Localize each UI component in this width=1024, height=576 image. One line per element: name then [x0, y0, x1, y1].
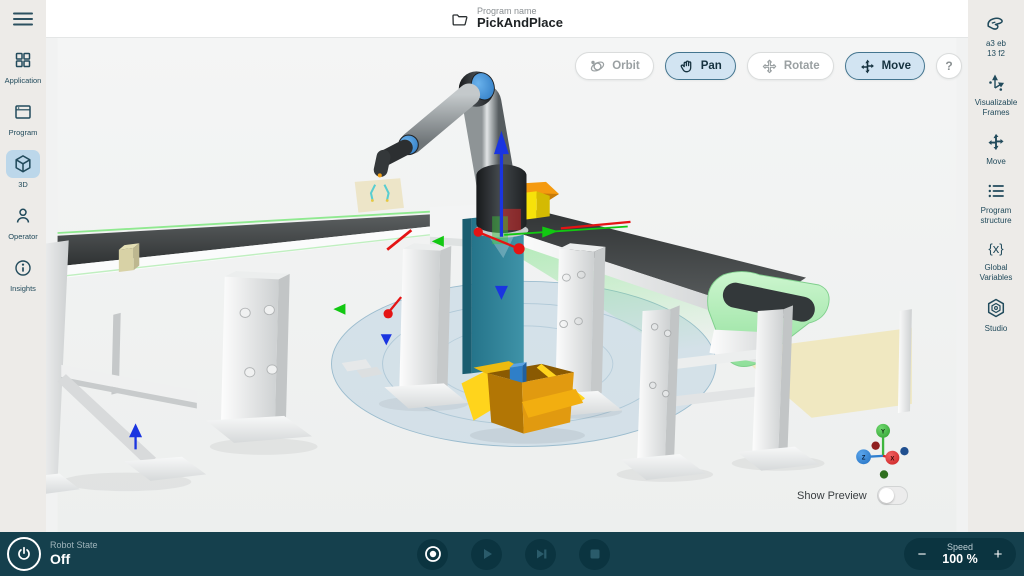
sidebar-item-label: Application	[5, 76, 42, 85]
axis-z-label: Z	[862, 456, 866, 462]
stand-right-edge	[898, 309, 912, 413]
orbit-label: Orbit	[612, 60, 639, 72]
speed-increase-button[interactable]: +	[986, 542, 1010, 566]
robot-state-block: Robot State Off	[50, 540, 98, 568]
initialize-button[interactable]	[417, 539, 448, 570]
playback-controls	[417, 532, 610, 576]
sidebar-item-label: Program	[9, 128, 38, 137]
gripper-plane	[355, 178, 404, 212]
sidebar-item-studio[interactable]: Studio	[968, 297, 1024, 334]
polyscope-app: Program name PickAndPlace Application	[0, 0, 1024, 576]
toggle-knob	[879, 488, 894, 503]
sidebar-item-label: Operator	[8, 232, 38, 241]
application-grid-icon	[6, 46, 40, 74]
view-controls: Orbit Pan Rotate Move ?	[575, 52, 962, 80]
sidebar-item-label: Global Variables	[972, 263, 1020, 283]
axis-y-label: Y	[881, 430, 885, 436]
move-cross-icon	[986, 132, 1006, 152]
box-on-left-belt	[119, 243, 139, 272]
speed-control: − Speed 100 % +	[904, 538, 1016, 570]
program-name: PickAndPlace	[477, 16, 563, 31]
operator-person-icon	[6, 202, 40, 230]
svg-text:{x}: {x}	[988, 241, 1004, 256]
help-button[interactable]: ?	[936, 53, 962, 79]
robot-state-value: Off	[50, 551, 98, 568]
menu-icon[interactable]	[12, 11, 34, 32]
sidebar-item-label: Move	[972, 157, 1020, 167]
program-window-icon	[6, 98, 40, 126]
move-icon	[859, 58, 876, 75]
rotate-icon	[761, 58, 778, 75]
gesture-icon	[985, 14, 1007, 34]
cube-3d-icon	[6, 150, 40, 178]
pan-button[interactable]: Pan	[665, 52, 736, 80]
stop-button[interactable]	[579, 539, 610, 570]
folder-icon	[451, 11, 469, 27]
sidebar-item-label: Studio	[972, 324, 1020, 334]
speed-label: Speed	[947, 542, 973, 552]
orbit-icon	[589, 58, 606, 75]
sidebar-item-label: a3 eb 13 f2	[981, 39, 1011, 59]
bottom-bar: Robot State Off −	[0, 532, 1024, 576]
help-label: ?	[945, 59, 952, 73]
3d-scene[interactable]: Y Z X	[46, 38, 968, 532]
speed-display: Speed 100 %	[942, 542, 977, 567]
insights-info-icon	[6, 254, 40, 282]
rotate-label: Rotate	[784, 60, 820, 72]
speed-decrease-button[interactable]: −	[910, 542, 934, 566]
rotate-button[interactable]: Rotate	[747, 52, 834, 80]
orbit-button[interactable]: Orbit	[575, 52, 653, 80]
sidebar-item-label: Insights	[10, 284, 36, 293]
program-selector[interactable]: Program name PickAndPlace	[451, 6, 563, 31]
sidebar-item-program[interactable]: Program	[0, 98, 46, 137]
sidebar-item-session[interactable]: a3 eb 13 f2	[968, 14, 1024, 59]
sidebar-item-operator[interactable]: Operator	[0, 202, 46, 241]
axis-x-label: X	[890, 457, 894, 463]
sidebar-item-move[interactable]: Move	[968, 132, 1024, 167]
viewport-3d: Y Z X Orbit Pan Rota	[46, 38, 968, 532]
sidebar-item-label: Program structure	[972, 206, 1020, 226]
target-icon	[423, 544, 443, 564]
step-forward-button[interactable]	[525, 539, 556, 570]
sidebar-item-global-variables[interactable]: {x} Global Variables	[968, 240, 1024, 283]
sidebar-item-program-structure[interactable]: Program structure	[968, 181, 1024, 226]
robot-power-button[interactable]	[7, 537, 41, 571]
show-preview-toggle[interactable]	[877, 486, 908, 505]
sidebar-item-application[interactable]: Application	[0, 46, 46, 85]
left-sidebar: Application Program 3D Op	[0, 0, 46, 532]
pedestal-side	[462, 218, 471, 374]
show-preview-label: Show Preview	[797, 490, 867, 502]
move-button[interactable]: Move	[845, 52, 925, 80]
speed-value: 100 %	[942, 552, 977, 566]
studio-hexagon-icon	[985, 297, 1007, 319]
play-icon	[478, 545, 496, 563]
program-structure-icon	[986, 181, 1006, 201]
top-bar: Program name PickAndPlace	[46, 0, 968, 38]
sidebar-item-3d[interactable]: 3D	[0, 150, 46, 189]
right-sidebar: a3 eb 13 f2 Visualizable Frames Move Pro…	[968, 0, 1024, 532]
variables-icon: {x}	[984, 240, 1008, 258]
sidebar-item-label: 3D	[18, 180, 28, 189]
robot-state-label: Robot State	[50, 540, 98, 551]
pan-label: Pan	[701, 60, 722, 72]
sidebar-item-visualizable-frames[interactable]: Visualizable Frames	[968, 73, 1024, 118]
power-icon	[15, 545, 33, 563]
preview-row: Show Preview	[797, 486, 908, 505]
move-label: Move	[882, 60, 911, 72]
sidebar-item-label: Visualizable Frames	[972, 98, 1020, 118]
skip-forward-icon	[532, 545, 550, 563]
frames-axes-icon	[986, 73, 1006, 93]
sidebar-item-insights[interactable]: Insights	[0, 254, 46, 293]
pan-hand-icon	[679, 58, 695, 74]
play-button[interactable]	[471, 539, 502, 570]
stop-icon	[586, 545, 604, 563]
